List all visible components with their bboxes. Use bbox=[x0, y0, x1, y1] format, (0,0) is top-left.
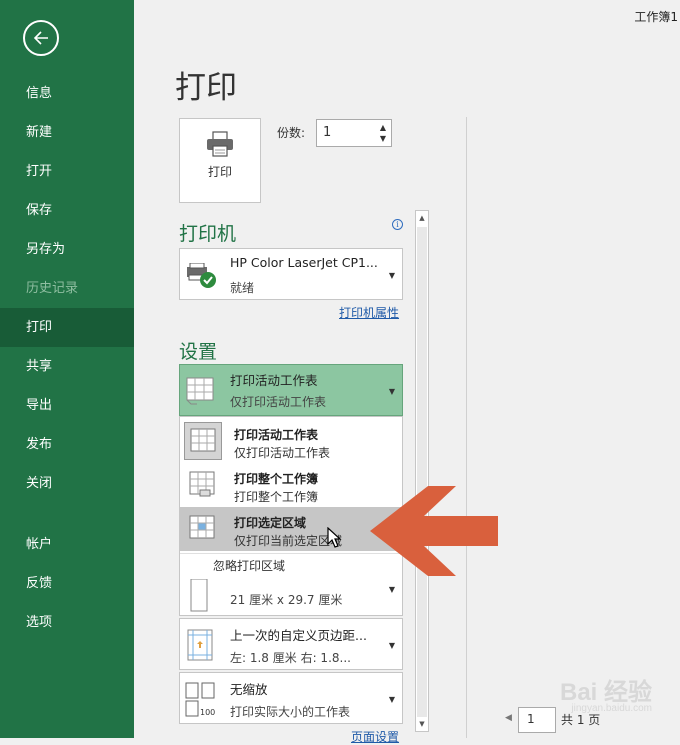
chevron-down-icon: ▼ bbox=[388, 695, 395, 704]
nav-item-close[interactable]: 关闭 bbox=[0, 464, 134, 503]
print-what-subtitle: 仅打印活动工作表 bbox=[230, 395, 327, 409]
preview-divider bbox=[466, 117, 467, 738]
print-what-title: 打印活动工作表 bbox=[230, 373, 318, 388]
copies-input[interactable]: 1 ▲ ▼ bbox=[316, 119, 392, 147]
copies-decrement-icon[interactable]: ▼ bbox=[378, 134, 388, 144]
nav-item-publish[interactable]: 发布 bbox=[0, 425, 134, 464]
option-title: 打印选定区域 bbox=[234, 516, 307, 530]
chevron-down-icon: ▼ bbox=[388, 585, 395, 594]
nav-item-save-as[interactable]: 另存为 bbox=[0, 230, 134, 269]
nav-item-history: 历史记录 bbox=[26, 281, 79, 296]
option-subtitle: 仅打印活动工作表 bbox=[234, 446, 331, 460]
no-scaling-icon: 100 bbox=[185, 682, 215, 717]
paper-size-select[interactable]: 21 厘米 x 29.7 厘米 ▼ bbox=[179, 577, 403, 616]
scaling-select[interactable]: 100 无缩放 打印实际大小的工作表 ▼ bbox=[179, 672, 403, 724]
nav-item-share[interactable]: 共享 bbox=[0, 347, 134, 386]
chevron-down-icon: ▼ bbox=[388, 641, 395, 650]
margins-icon bbox=[187, 629, 213, 661]
scroll-thumb[interactable] bbox=[417, 227, 427, 717]
margins-subtitle: 左: 1.8 厘米 右: 1.8... bbox=[230, 651, 351, 665]
copies-increment-icon[interactable]: ▲ bbox=[378, 123, 388, 133]
watermark-text: Bai 经验 bbox=[560, 679, 653, 706]
scroll-down-icon[interactable]: ▼ bbox=[416, 717, 428, 731]
print-what-select[interactable]: 打印活动工作表 仅打印活动工作表 ▼ bbox=[179, 364, 403, 416]
nav-item-print[interactable]: 打印 bbox=[0, 308, 134, 347]
scaling-title: 无缩放 bbox=[230, 682, 268, 697]
paper-size-value: 21 厘米 x 29.7 厘米 bbox=[230, 593, 343, 607]
paper-icon bbox=[190, 579, 208, 612]
nav-item-new[interactable]: 新建 bbox=[0, 113, 134, 152]
printer-properties-link[interactable]: 打印机属性 bbox=[339, 304, 399, 321]
option-print-active-sheets[interactable]: 打印活动工作表 仅打印活动工作表 bbox=[180, 419, 402, 463]
annotation-arrow-icon bbox=[370, 486, 498, 576]
selection-icon bbox=[184, 510, 222, 548]
backstage-sidebar: 信息 新建 打开 保存 另存为 历史记录 打印 共享 导出 发布 关闭 帐户 反… bbox=[0, 0, 134, 738]
nav-item-export[interactable]: 导出 bbox=[0, 386, 134, 425]
page-setup-link[interactable]: 页面设置 bbox=[351, 728, 399, 745]
settings-scrollbar[interactable]: ▲ ▼ bbox=[415, 210, 429, 732]
margins-select[interactable]: 上一次的自定义页边距... 左: 1.8 厘米 右: 1.8... ▼ bbox=[179, 618, 403, 670]
page-title: 打印 bbox=[175, 70, 237, 106]
margins-title: 上一次的自定义页边距... bbox=[230, 628, 367, 643]
scaling-subtitle: 打印实际大小的工作表 bbox=[230, 705, 351, 719]
mouse-cursor-icon bbox=[327, 527, 342, 548]
option-subtitle: 打印整个工作簿 bbox=[234, 490, 319, 504]
printer-name: HP Color LaserJet CP1... bbox=[230, 255, 378, 270]
scroll-up-icon[interactable]: ▲ bbox=[416, 211, 428, 225]
active-sheet-icon bbox=[184, 422, 222, 460]
nav-item-feedback[interactable]: 反馈 bbox=[0, 564, 134, 603]
document-title: 工作簿1 bbox=[634, 10, 678, 24]
nav-item-options[interactable]: 选项 bbox=[0, 603, 134, 642]
copies-label: 份数: bbox=[277, 126, 306, 140]
nav-item-account[interactable]: 帐户 bbox=[0, 525, 134, 564]
baidu-watermark-logo: Bai 经验 jingyan.baidu.com bbox=[560, 672, 652, 714]
settings-heading: 设置 bbox=[179, 341, 218, 363]
back-arrow-icon[interactable] bbox=[23, 20, 59, 56]
printer-heading: 打印机 bbox=[179, 223, 237, 245]
previous-page-icon[interactable]: ◀ bbox=[505, 713, 512, 723]
copies-value: 1 bbox=[323, 125, 332, 140]
print-button-label: 打印 bbox=[207, 165, 232, 179]
printer-ready-icon bbox=[187, 263, 216, 288]
svg-text:100: 100 bbox=[200, 708, 215, 717]
option-title: 打印活动工作表 bbox=[234, 428, 319, 442]
workbook-icon bbox=[184, 466, 222, 504]
chevron-down-icon: ▼ bbox=[388, 271, 395, 280]
page-number-input[interactable]: 1 bbox=[518, 707, 556, 733]
chevron-down-icon: ▼ bbox=[388, 387, 395, 396]
sheet-grid-icon bbox=[186, 377, 214, 405]
printer-select[interactable]: HP Color LaserJet CP1... 就绪 ▼ bbox=[179, 248, 403, 300]
printer-status: 就绪 bbox=[230, 281, 255, 295]
watermark-sub: jingyan.baidu.com bbox=[571, 703, 653, 714]
print-button[interactable]: 打印 bbox=[179, 118, 261, 203]
printer-icon bbox=[207, 131, 233, 157]
nav-item-save[interactable]: 保存 bbox=[0, 191, 134, 230]
nav-item-open[interactable]: 打开 bbox=[0, 152, 134, 191]
option-title: 打印整个工作簿 bbox=[234, 472, 319, 486]
info-icon[interactable]: i bbox=[392, 219, 403, 230]
nav-item-info[interactable]: 信息 bbox=[0, 74, 134, 113]
ignore-print-area-option[interactable]: 忽略打印区域 bbox=[213, 557, 285, 574]
